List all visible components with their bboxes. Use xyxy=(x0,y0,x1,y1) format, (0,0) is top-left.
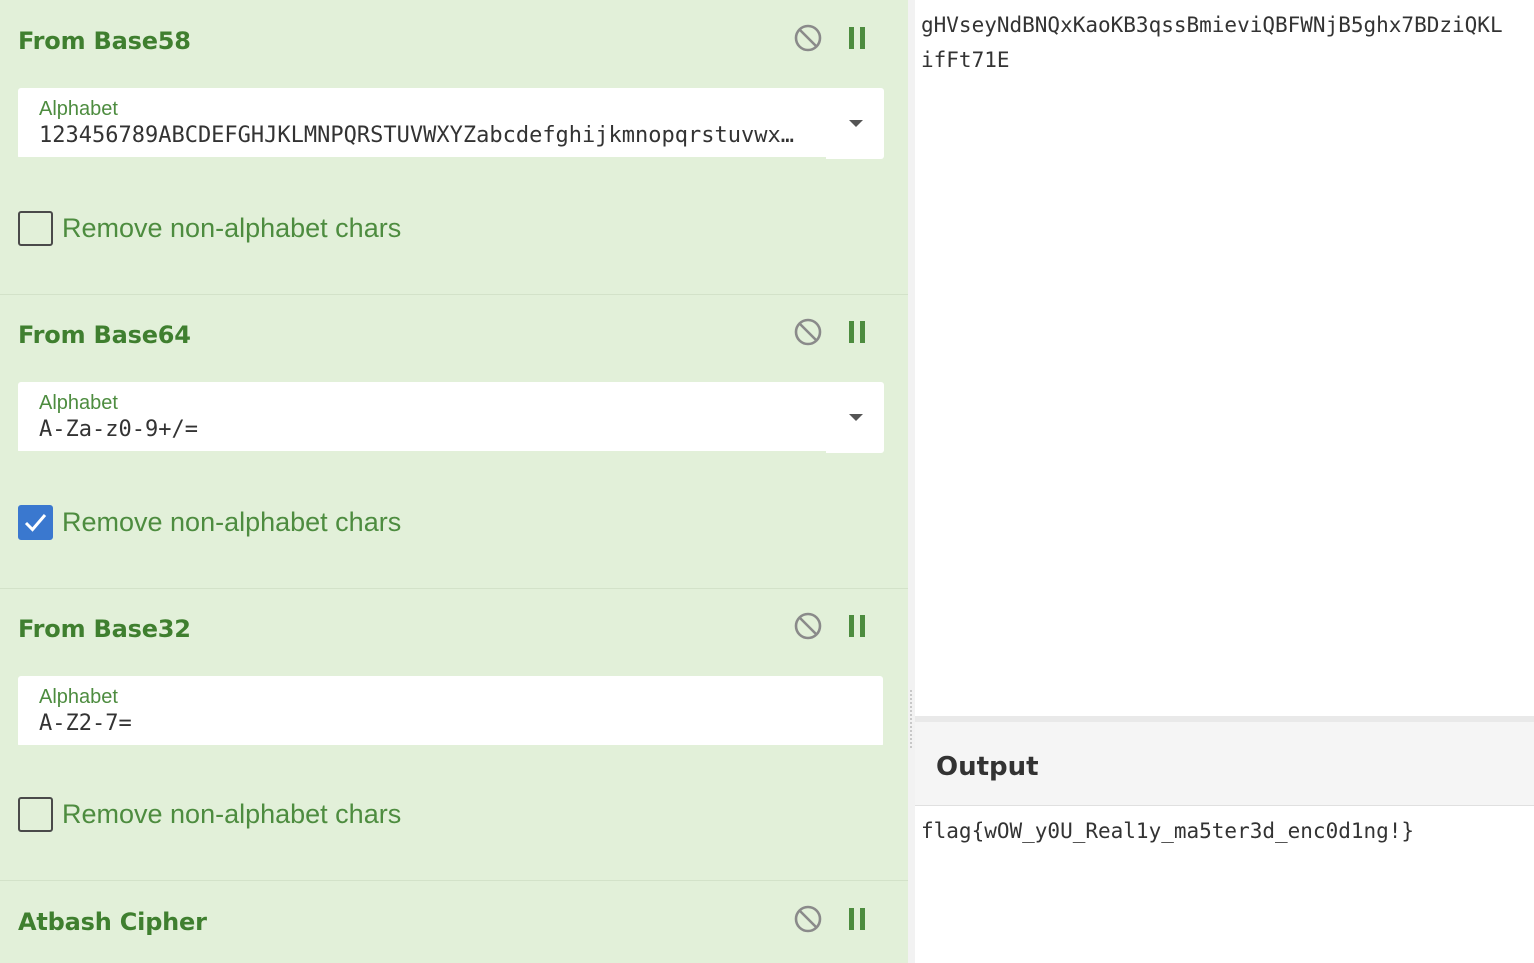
checkmark-icon xyxy=(24,514,47,532)
alphabet-field[interactable]: Alphabet A-Z2-7= xyxy=(18,676,883,747)
operation-title: From Base32 xyxy=(18,615,191,643)
pause-icon[interactable] xyxy=(849,908,867,930)
field-underline xyxy=(18,745,883,747)
disable-icon[interactable] xyxy=(794,318,822,346)
remove-non-alphabet-checkbox[interactable] xyxy=(18,797,53,832)
remove-non-alphabet-label[interactable]: Remove non-alphabet chars xyxy=(62,799,401,830)
disable-icon[interactable] xyxy=(794,905,822,933)
remove-non-alphabet-checkbox[interactable] xyxy=(18,211,53,246)
output-text[interactable]: flag{wOW_y0U_Real1y_ma5ter3d_enc0d1ng!} xyxy=(921,814,1414,848)
operation-from-base58: From Base58 Alphabet 123456789ABCDEFGHJK… xyxy=(0,0,908,295)
operation-title: Atbash Cipher xyxy=(18,908,207,936)
splitter-grip-icon[interactable] xyxy=(910,690,914,748)
operation-from-base64: From Base64 Alphabet A-Za-z0-9+/= Remove… xyxy=(0,294,908,589)
output-title: Output xyxy=(936,752,1039,782)
alphabet-value[interactable]: 123456789ABCDEFGHJKLMNPQRSTUVWXYZabcdefg… xyxy=(39,123,799,148)
pause-icon[interactable] xyxy=(849,321,867,343)
recipe-panel: From Base58 Alphabet 123456789ABCDEFGHJK… xyxy=(0,0,908,963)
alphabet-value[interactable]: A-Z2-7= xyxy=(39,711,799,736)
alphabet-label: Alphabet xyxy=(39,686,118,708)
remove-non-alphabet-label[interactable]: Remove non-alphabet chars xyxy=(62,213,401,244)
operation-from-base32: From Base32 Alphabet A-Z2-7= Remove non-… xyxy=(0,588,908,881)
operation-atbash-cipher: Atbash Cipher xyxy=(0,880,908,963)
dropdown-caret-icon[interactable] xyxy=(849,120,863,127)
alphabet-label: Alphabet xyxy=(39,98,118,120)
remove-non-alphabet-checkbox[interactable] xyxy=(18,505,53,540)
operation-title: From Base58 xyxy=(18,27,191,55)
alphabet-value[interactable]: A-Za-z0-9+/= xyxy=(39,417,799,442)
field-underline xyxy=(18,157,826,159)
pause-icon[interactable] xyxy=(849,27,867,49)
input-text[interactable]: gHVseyNdBNQxKaoKB3qssBmieviQBFWNjB5ghx7B… xyxy=(921,8,1534,78)
disable-icon[interactable] xyxy=(794,612,822,640)
operation-title: From Base64 xyxy=(18,321,191,349)
pause-icon[interactable] xyxy=(849,615,867,637)
disable-icon[interactable] xyxy=(794,24,822,52)
alphabet-field[interactable]: Alphabet A-Za-z0-9+/= xyxy=(18,382,884,453)
alphabet-label: Alphabet xyxy=(39,392,118,414)
dropdown-caret-icon[interactable] xyxy=(849,414,863,421)
alphabet-field[interactable]: Alphabet 123456789ABCDEFGHJKLMNPQRSTUVWX… xyxy=(18,88,884,159)
output-header: Output xyxy=(915,716,1534,806)
pane-splitter[interactable] xyxy=(908,0,915,963)
input-pane[interactable]: gHVseyNdBNQxKaoKB3qssBmieviQBFWNjB5ghx7B… xyxy=(915,0,1534,716)
remove-non-alphabet-label[interactable]: Remove non-alphabet chars xyxy=(62,507,401,538)
output-pane[interactable]: flag{wOW_y0U_Real1y_ma5ter3d_enc0d1ng!} xyxy=(915,806,1534,963)
field-underline xyxy=(18,451,826,453)
